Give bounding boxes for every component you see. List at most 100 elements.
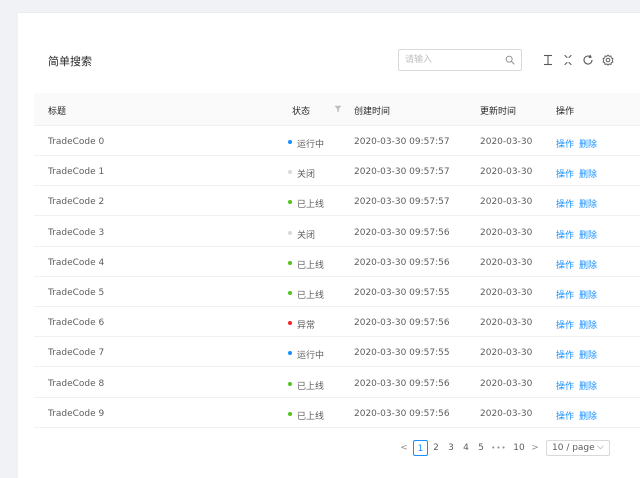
- pagination-jump-next[interactable]: •••: [490, 440, 508, 456]
- row-action-link[interactable]: 操作: [556, 318, 574, 331]
- table-row: TradeCode 2 已上线 2020-03-30 09:57:57 2020-03…: [34, 186, 640, 217]
- table-row: TradeCode 0 运行中 2020-03-30 09:57:57 2020-03…: [34, 126, 640, 156]
- pagination-page-4[interactable]: 4: [461, 440, 471, 456]
- cell-title: TradeCode 1: [48, 167, 105, 178]
- row-action-link[interactable]: 操作: [556, 409, 574, 422]
- table-card: 简单搜索 标题 状态 创建时间 更新时间 操作 TradeCo: [18, 12, 640, 478]
- toolbar-title: 简单搜索: [48, 55, 92, 68]
- search-box[interactable]: [398, 49, 522, 71]
- row-action-link[interactable]: 操作: [556, 167, 574, 180]
- column-header-title[interactable]: 标题: [48, 104, 66, 117]
- cell-title: TradeCode 4: [48, 257, 105, 268]
- row-action-link[interactable]: 操作: [556, 197, 574, 210]
- status-dot: [288, 140, 292, 144]
- row-delete-link[interactable]: 删除: [579, 258, 597, 271]
- cell-title: TradeCode 6: [48, 318, 105, 329]
- row-action-link[interactable]: 操作: [556, 137, 574, 150]
- row-action-link[interactable]: 操作: [556, 379, 574, 392]
- column-header-status[interactable]: 状态: [292, 104, 310, 117]
- pagination-page-5[interactable]: 5: [476, 440, 486, 456]
- setting-icon[interactable]: [601, 53, 615, 67]
- cell-title: TradeCode 5: [48, 288, 105, 298]
- table-row: TradeCode 4 已上线 2020-03-30 09:57:56 2020-03…: [34, 247, 640, 277]
- cell-status: 异常: [297, 321, 316, 332]
- cell-created: 2020-03-30 09:57:55: [354, 348, 450, 359]
- row-delete-link[interactable]: 删除: [579, 288, 597, 301]
- cell-created: 2020-03-30 09:57:55: [354, 288, 450, 298]
- cell-status: 已上线: [297, 411, 325, 422]
- search-icon[interactable]: [505, 55, 515, 65]
- row-action-link[interactable]: 操作: [556, 288, 574, 301]
- fullscreen-icon[interactable]: [561, 53, 575, 67]
- pagination-page-1[interactable]: 1: [413, 440, 428, 456]
- row-action-link[interactable]: 操作: [556, 228, 574, 241]
- row-delete-link[interactable]: 删除: [579, 167, 597, 180]
- chevron-down-icon: [597, 445, 604, 450]
- table-row: TradeCode 9 已上线 2020-03-30 09:57:56 2020-03…: [34, 398, 640, 428]
- table-row: TradeCode 8 已上线 2020-03-30 09:57:56 2020-03…: [34, 368, 640, 398]
- reload-icon[interactable]: [581, 53, 595, 67]
- row-delete-link[interactable]: 删除: [579, 318, 597, 331]
- cell-title: TradeCode 7: [48, 348, 105, 359]
- status-dot: [288, 321, 292, 326]
- table-header: 标题 状态 创建时间 更新时间 操作: [34, 93, 640, 126]
- pagination-prev[interactable]: <: [399, 440, 409, 456]
- row-delete-link[interactable]: 删除: [579, 228, 597, 241]
- status-dot: [288, 260, 292, 265]
- status-dot: [288, 381, 292, 386]
- cell-status: 运行中: [297, 351, 325, 362]
- cell-title: TradeCode 9: [48, 408, 105, 419]
- cell-updated: 2020-03-30: [480, 167, 533, 178]
- cell-updated: 2020-03-30: [480, 318, 533, 329]
- search-input[interactable]: [405, 53, 495, 67]
- cell-status: 已上线: [297, 200, 325, 211]
- filter-icon[interactable]: [334, 105, 342, 113]
- row-delete-link[interactable]: 删除: [579, 409, 597, 422]
- cell-status: 已上线: [297, 381, 325, 392]
- pagination-page-2[interactable]: 2: [431, 440, 441, 456]
- pagination-page-3[interactable]: 3: [446, 440, 456, 456]
- column-header-updated[interactable]: 更新时间: [480, 104, 516, 117]
- row-action-link[interactable]: 操作: [556, 348, 574, 361]
- cell-updated: 2020-03-30: [480, 288, 533, 298]
- table-row: TradeCode 1 关闭 2020-03-30 09:57:57 2020-03-…: [34, 156, 640, 187]
- cell-created: 2020-03-30 09:57:57: [354, 197, 450, 208]
- page-size-value: 10 / page: [552, 443, 595, 453]
- status-dot: [288, 170, 292, 175]
- cell-updated: 2020-03-30: [480, 257, 533, 268]
- cell-title: TradeCode 0: [48, 137, 105, 147]
- cell-status: 关闭: [297, 230, 316, 241]
- row-delete-link[interactable]: 删除: [579, 137, 597, 150]
- cell-title: TradeCode 3: [48, 227, 105, 238]
- status-dot: [288, 411, 292, 416]
- table-toolbar: 简单搜索: [18, 49, 640, 71]
- row-delete-link[interactable]: 删除: [579, 197, 597, 210]
- cell-updated: 2020-03-30: [480, 378, 533, 389]
- table-row: TradeCode 5 已上线 2020-03-30 09:57:55 2020-03…: [34, 277, 640, 307]
- row-delete-link[interactable]: 删除: [579, 379, 597, 392]
- status-dot: [288, 351, 292, 356]
- status-dot: [288, 291, 292, 295]
- page-background: [0, 0, 640, 12]
- column-header-created[interactable]: 创建时间: [354, 104, 390, 117]
- cell-created: 2020-03-30 09:57:57: [354, 167, 450, 178]
- cell-title: TradeCode 8: [48, 378, 105, 389]
- pagination-next[interactable]: >: [530, 440, 540, 456]
- cell-created: 2020-03-30 09:57:56: [354, 408, 450, 419]
- row-delete-link[interactable]: 删除: [579, 348, 597, 361]
- page-size-select[interactable]: 10 / page: [546, 440, 610, 456]
- cell-status: 关闭: [297, 170, 316, 181]
- cell-updated: 2020-03-30: [480, 348, 533, 359]
- cell-updated: 2020-03-30: [480, 197, 533, 208]
- cell-updated: 2020-03-30: [480, 408, 533, 419]
- cell-status: 运行中: [297, 140, 325, 150]
- cell-title: TradeCode 2: [48, 197, 105, 208]
- pagination-page-last[interactable]: 10: [511, 440, 527, 456]
- column-height-icon[interactable]: [541, 53, 555, 67]
- cell-updated: 2020-03-30: [480, 137, 533, 147]
- status-dot: [288, 230, 292, 235]
- status-dot: [288, 200, 292, 205]
- table-row: TradeCode 6 异常 2020-03-30 09:57:56 2020-03-…: [34, 307, 640, 338]
- row-action-link[interactable]: 操作: [556, 258, 574, 271]
- cell-status: 已上线: [297, 260, 325, 271]
